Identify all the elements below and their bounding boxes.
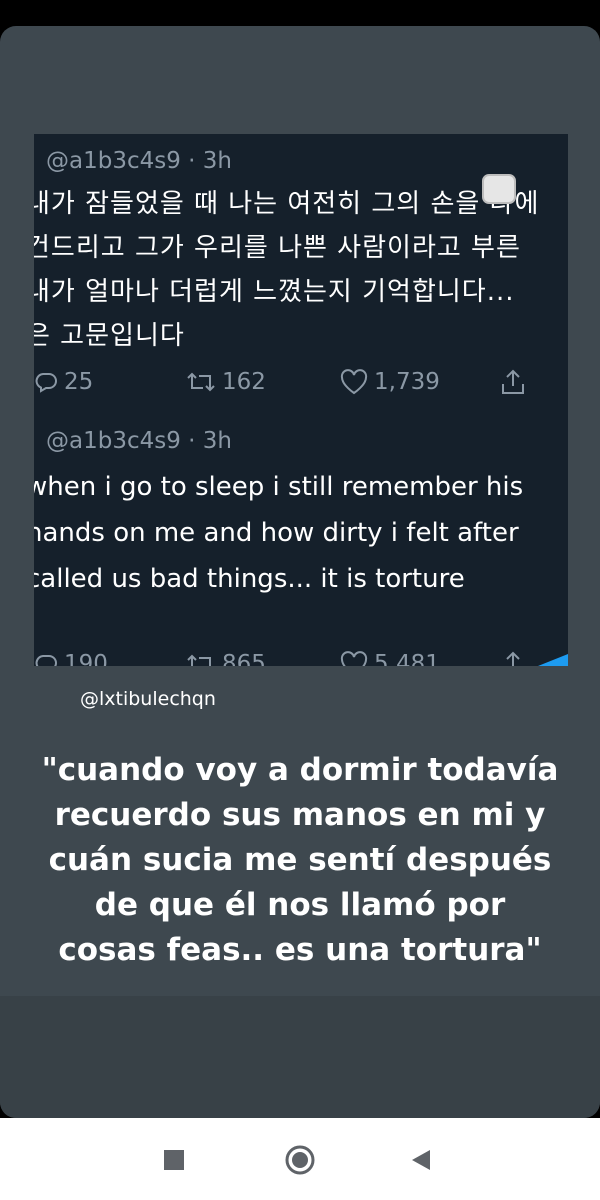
caption-line: "cuando voy a dormir todavía [41,752,559,788]
recents-icon[interactable] [164,1150,184,1170]
tweet-text-line: 은 고문입니다 [34,321,185,351]
like-count: 5,481 [374,651,440,666]
story-view: @a1b3c4s9 · 3h 내가 잠들었을 때 나는 여전히 그의 손을 나에… [0,26,600,1118]
heart-icon [340,651,368,666]
like-count: 1,739 [374,369,440,395]
tweet-handle: @a1b3c4s9 · 3h [46,148,232,174]
back-icon[interactable] [410,1148,432,1176]
reply-icon [35,655,57,666]
tweet-screenshot: @a1b3c4s9 · 3h 내가 잠들었을 때 나는 여전히 그의 손을 나에… [34,134,568,666]
caption-line: de que él nos llamó por [94,887,506,923]
overlay-sticker [482,174,516,204]
retweet-button[interactable]: 865 [186,644,266,666]
caption-line: recuerdo sus manos en mi y [54,797,546,833]
heart-icon [340,369,368,395]
like-button[interactable]: 1,739 [340,362,440,402]
caption-line: cosas feas.. es una tortura" [58,932,542,968]
tweet-text-line: 건드리고 그가 우리를 나쁜 사람이라고 부른 [34,233,521,263]
reply-count: 25 [64,369,94,395]
tweet-text: when i go to sleep i still remember his … [34,464,568,602]
tweet-actions: 190 865 5,481 [34,644,568,666]
tweet-text: 내가 잠들었을 때 나는 여전히 그의 손을 나에 건드리고 그가 우리를 나쁜… [34,182,568,358]
retweet-icon [187,654,211,666]
tweet-text-line: hands on me and how dirty i felt after [34,518,519,548]
share-icon [502,651,524,666]
tweet-handle: @a1b3c4s9 · 3h [46,428,232,454]
reply-icon [35,373,57,393]
tweet-text-line: 내가 얼마나 더럽게 느꼈는지 기억합니다... [34,277,515,307]
android-nav-bar [0,1118,600,1200]
tweet-text-line: called us bad things... it is torture [34,564,465,594]
retweet-count: 162 [222,369,266,395]
reply-button[interactable]: 190 [34,644,108,666]
mention-tag[interactable]: @lxtibulechqn [80,688,216,710]
home-icon[interactable] [284,1144,316,1180]
tweet-actions: 25 162 1,739 [34,362,568,402]
story-bottom-shade [0,996,600,1118]
retweet-button[interactable]: 162 [186,362,266,402]
tweet-text-line: when i go to sleep i still remember his [34,472,524,502]
retweet-icon [187,372,215,392]
retweet-count: 865 [222,651,266,666]
caption-line: cuán sucia me sentí después [48,842,552,878]
share-icon [502,369,524,394]
reply-button[interactable]: 25 [34,362,93,402]
share-button[interactable] [500,362,526,402]
like-button[interactable]: 5,481 [340,644,440,666]
story-caption: "cuando voy a dormir todavía recuerdo su… [20,748,580,973]
share-button[interactable] [500,644,526,666]
reply-count: 190 [64,651,108,666]
